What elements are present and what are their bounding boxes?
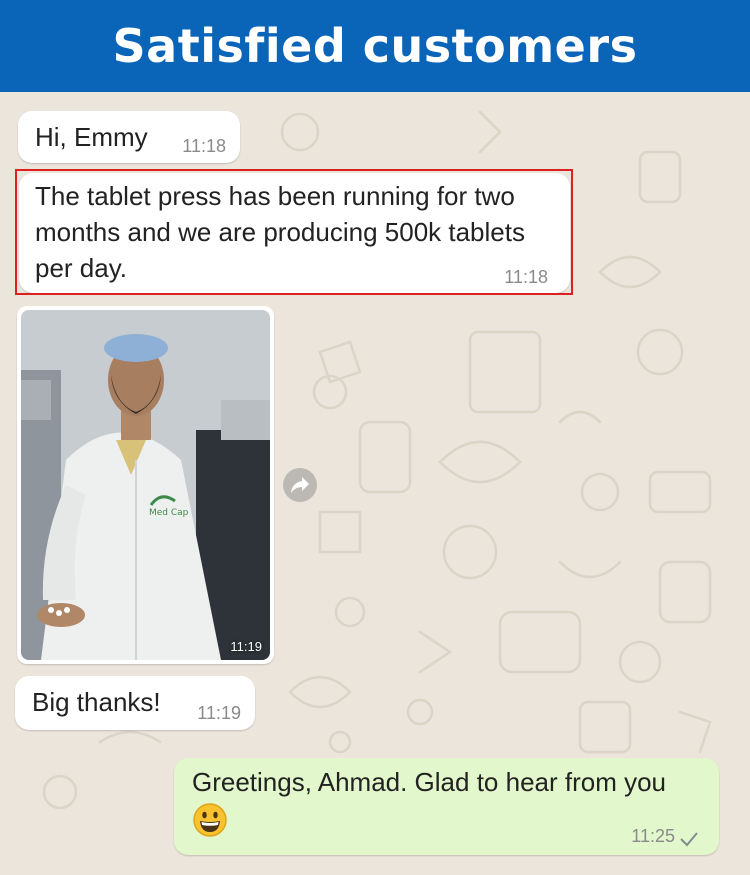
message-text-wrapper: Greetings, Ahmad. Glad to hear from you (192, 764, 692, 838)
image-message[interactable]: Med Cap 11:19 (17, 306, 274, 664)
highlight-box (15, 169, 573, 295)
message-text: Greetings, Ahmad. Glad to hear from you (192, 767, 667, 797)
header-banner: Satisfied customers (0, 0, 750, 92)
shirt-logo-text: Med Cap (149, 508, 189, 518)
message-time: 11:25 (631, 826, 675, 846)
message-time: 11:19 (230, 639, 262, 654)
message-bubble-outgoing[interactable]: Greetings, Ahmad. Glad to hear from you … (174, 758, 719, 855)
forward-arrow-icon[interactable] (283, 468, 317, 502)
message-bubble-incoming[interactable]: Hi, Emmy 11:18 (18, 111, 240, 163)
message-text: Hi, Emmy (35, 122, 148, 152)
message-time: 11:19 (197, 703, 241, 723)
grinning-face-emoji (193, 803, 227, 837)
photo-illustration: Med Cap (21, 310, 270, 660)
message-bubble-incoming[interactable]: Big thanks! 11:19 (15, 676, 255, 730)
customer-photo[interactable]: Med Cap 11:19 (21, 310, 270, 660)
message-time: 11:18 (182, 136, 226, 156)
page-title: Satisfied customers (112, 19, 638, 73)
message-text: Big thanks! (32, 687, 161, 717)
single-check-icon (680, 832, 698, 847)
